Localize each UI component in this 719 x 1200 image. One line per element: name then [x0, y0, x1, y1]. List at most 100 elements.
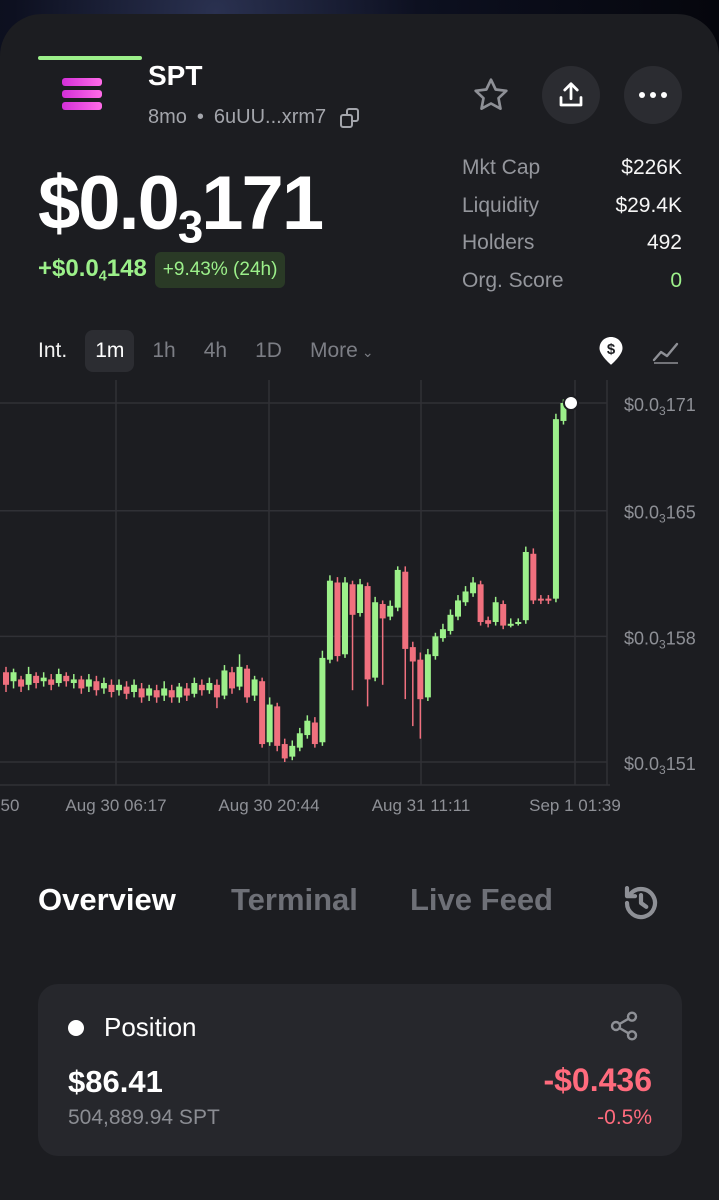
candle-body: [379, 604, 386, 619]
candle-body: [537, 598, 544, 601]
x-tick-label: Sep 1 01:39: [529, 796, 621, 815]
candle-body: [191, 683, 198, 694]
candle-body: [138, 688, 145, 698]
share-button[interactable]: [542, 66, 600, 124]
position-pnl: -$0.436: [543, 1062, 652, 1098]
copy-icon[interactable]: [340, 107, 360, 128]
candle-body: [266, 704, 273, 743]
candle-body: [25, 674, 32, 685]
candle-body: [48, 679, 55, 685]
position-card[interactable]: Position $86.41 504,889.94 SPT -$0.436 -…: [38, 984, 682, 1156]
candle-body: [244, 668, 251, 698]
candle-body: [485, 620, 492, 624]
candle-body: [289, 745, 296, 757]
candle-body: [229, 672, 235, 689]
line-chart-icon[interactable]: [652, 340, 680, 364]
share-icon[interactable]: [608, 1010, 640, 1042]
price-change-absolute: +$0.04148: [38, 255, 147, 285]
token-meta: 8mo • 6uUU...xrm7: [148, 106, 360, 129]
tab-terminal[interactable]: Terminal: [231, 882, 358, 918]
history-icon[interactable]: [620, 882, 662, 924]
active-tab-indicator: [38, 56, 142, 60]
position-title: Position: [104, 1012, 197, 1042]
upload-icon: [559, 82, 583, 107]
position-value: $86.41: [68, 1064, 163, 1099]
chevron-down-icon: ⌄: [361, 344, 374, 360]
candle-body: [33, 675, 40, 684]
ellipsis-icon: [639, 92, 667, 98]
timeframe-1h[interactable]: 1h: [142, 330, 185, 372]
candle-body: [432, 636, 439, 657]
favorite-button[interactable]: [462, 66, 520, 124]
x-tick-label: Aug 30 20:44: [218, 796, 319, 815]
candle-body: [372, 602, 379, 678]
interval-label: Int.: [38, 339, 68, 362]
candle-body: [116, 684, 122, 691]
candle-body: [281, 744, 288, 759]
candle-body: [342, 582, 348, 655]
candle-body: [10, 672, 17, 682]
current-price: $0.03171: [38, 161, 324, 253]
candle-body: [70, 679, 77, 684]
x-tick-label: 50: [1, 796, 20, 815]
svg-text:$: $: [607, 341, 616, 358]
candle-body: [394, 569, 401, 608]
candle-body: [78, 679, 85, 689]
position-quantity: 504,889.94 SPT: [68, 1106, 220, 1129]
candle-body: [402, 571, 409, 649]
last-price-marker: [563, 395, 579, 411]
y-tick-label: $0.03171: [624, 395, 696, 418]
timeframe-more-dropdown[interactable]: More ⌄: [300, 330, 384, 372]
candle-body: [552, 419, 559, 599]
candle-body: [387, 605, 394, 617]
x-tick-label: Aug 31 11:11: [372, 796, 471, 815]
content-tabs: Overview Terminal Live Feed: [38, 882, 688, 942]
candle-body: [439, 629, 446, 639]
candle-body: [447, 614, 454, 631]
candle-body: [349, 584, 356, 615]
tab-overview[interactable]: Overview: [38, 882, 176, 918]
candle-body: [259, 681, 266, 745]
candle-body: [63, 675, 70, 682]
candle-body: [522, 551, 529, 621]
candle-body: [93, 681, 100, 691]
price-change: +$0.04148 +9.43% (24h): [38, 252, 286, 288]
candle-body: [3, 672, 9, 685]
candle-body: [470, 582, 477, 594]
dollar-pin-icon[interactable]: $: [598, 336, 624, 366]
candle-body: [424, 654, 431, 698]
tab-live-feed[interactable]: Live Feed: [410, 882, 553, 918]
candle-body: [326, 580, 333, 660]
candle-body: [545, 598, 552, 601]
candle-body: [198, 684, 205, 691]
candle-body: [123, 686, 130, 694]
price-change-percent: +9.43% (24h): [154, 252, 286, 288]
candle-body: [455, 600, 461, 617]
stat-organic-score: Org. Score 0: [462, 268, 682, 292]
candle-body: [417, 659, 424, 700]
candle-body: [85, 679, 92, 687]
candle-body: [206, 683, 213, 691]
more-options-button[interactable]: [624, 66, 682, 124]
token-address[interactable]: 6uUU...xrm7: [214, 106, 326, 129]
candle-body: [55, 674, 62, 684]
candle-body: [153, 690, 160, 698]
stat-market-cap: Mkt Cap $226K: [462, 156, 682, 179]
y-tick-label: $0.03165: [624, 503, 696, 526]
star-icon: [474, 78, 508, 110]
timeframe-4h[interactable]: 4h: [194, 330, 237, 372]
candle-body: [161, 688, 168, 696]
candle-body: [213, 684, 220, 698]
candle-body: [131, 684, 138, 692]
candle-body: [409, 647, 416, 662]
timeframe-1m[interactable]: 1m: [85, 330, 135, 372]
price-chart[interactable]: $0.03171 $0.03165 $0.03158 $0.03151 50 Aug 30…: [0, 380, 719, 820]
candle-body: [319, 657, 326, 743]
position-indicator-dot: [68, 1020, 84, 1036]
stat-liquidity: Liquidity $29.4K: [462, 193, 682, 217]
candle-body: [176, 686, 183, 698]
timeframe-selector: Int. 1m 1h 4h 1D More ⌄: [38, 330, 688, 372]
timeframe-1d[interactable]: 1D: [245, 330, 292, 372]
candle-body: [515, 621, 522, 624]
candle-body: [507, 623, 514, 626]
